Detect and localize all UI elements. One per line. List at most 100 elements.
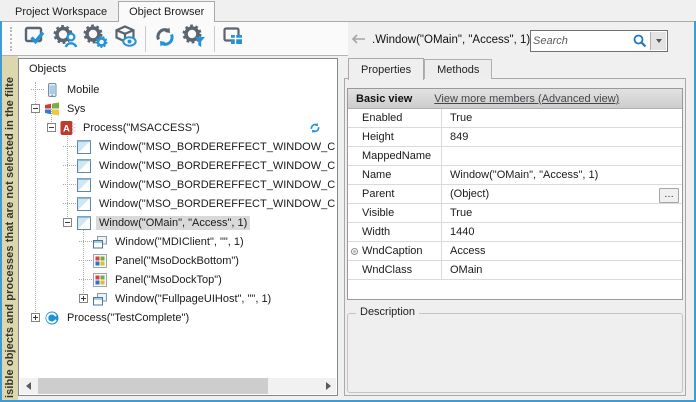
tree-item[interactable]: Window("MSO_BORDEREFFECT_WINDOW_CLA bbox=[19, 194, 336, 213]
property-name: MappedName bbox=[348, 147, 442, 165]
tree-item[interactable]: Window("MSO_BORDEREFFECT_WINDOW_CLA bbox=[19, 175, 336, 194]
add-panel-button[interactable] bbox=[219, 24, 249, 54]
object-browser-toolbar bbox=[2, 22, 348, 56]
scroll-right-arrow-icon[interactable] bbox=[320, 378, 336, 394]
tree-item[interactable]: Mobile bbox=[19, 80, 336, 99]
tab-project-workspace[interactable]: Project Workspace bbox=[4, 1, 118, 21]
highlight-object-button[interactable] bbox=[21, 24, 51, 54]
tree-connector bbox=[79, 241, 92, 242]
filter-strip[interactable]: isible objects and processes that are no… bbox=[2, 56, 18, 400]
collapse-toggle-icon[interactable] bbox=[47, 123, 56, 132]
tree-connector bbox=[63, 184, 76, 185]
property-value-text: Access bbox=[450, 245, 485, 257]
key-property-marker-icon bbox=[351, 248, 358, 255]
tree-item[interactable]: Window("MSO_BORDEREFFECT_WINDOW_CLA bbox=[19, 137, 336, 156]
ellipsis-button[interactable]: … bbox=[659, 188, 679, 203]
tree-item[interactable]: Window("FullpageUIHost", "", 1) bbox=[19, 289, 336, 308]
scroll-left-arrow-icon[interactable] bbox=[20, 378, 36, 394]
property-name: Enabled bbox=[348, 109, 442, 127]
object-spy-icon bbox=[113, 24, 139, 53]
tree-connector bbox=[31, 89, 44, 90]
tree-item[interactable]: Panel("MsoDockBottom") bbox=[19, 251, 336, 270]
properties-view-header: Basic view View more members (Advanced v… bbox=[348, 89, 682, 109]
search-dropdown-button[interactable] bbox=[650, 32, 666, 50]
tc-icon bbox=[44, 310, 60, 326]
property-name: Width bbox=[348, 223, 442, 241]
panel-icon bbox=[92, 253, 108, 269]
toolbar-grip[interactable] bbox=[10, 27, 14, 51]
tree-item[interactable]: Sys bbox=[19, 99, 336, 118]
tree-item-label: Window("MDIClient", "", 1) bbox=[112, 235, 247, 249]
advanced-view-link[interactable]: View more members (Advanced view) bbox=[434, 93, 619, 105]
search-input[interactable] bbox=[533, 32, 629, 50]
property-value-text: True bbox=[450, 207, 472, 219]
refresh-badge-icon bbox=[308, 121, 322, 135]
mobile-icon bbox=[44, 82, 60, 98]
tab-object-browser[interactable]: Object Browser bbox=[118, 1, 215, 22]
property-row[interactable]: MappedName bbox=[348, 147, 682, 166]
toolbar-separator bbox=[145, 26, 146, 52]
property-row[interactable]: Enabled True bbox=[348, 109, 682, 128]
tree-horizontal-scrollbar[interactable] bbox=[20, 378, 336, 394]
back-button[interactable] bbox=[350, 33, 366, 48]
tree-item[interactable]: Window("MDIClient", "", 1) bbox=[19, 232, 336, 251]
tree-item[interactable]: Window("MSO_BORDEREFFECT_WINDOW_CLA bbox=[19, 156, 336, 175]
property-value-text: OMain bbox=[450, 264, 482, 276]
expand-toggle-icon[interactable] bbox=[31, 313, 40, 322]
tree-rows: MobileSysAProcess("MSACCESS")Window("MSO… bbox=[19, 80, 336, 377]
property-name: Height bbox=[348, 128, 442, 146]
objects-tree-panel: Objects MobileSysAProcess("MSACCESS")Win… bbox=[18, 58, 338, 396]
tab-properties[interactable]: Properties bbox=[348, 58, 424, 80]
scrollbar-thumb[interactable] bbox=[38, 378, 268, 394]
tree-item[interactable]: Window("OMain", "Access", 1) bbox=[19, 213, 336, 232]
property-value-text: 849 bbox=[450, 131, 468, 143]
chevron-down-icon bbox=[656, 39, 662, 43]
objects-tree-header: Objects bbox=[19, 59, 337, 79]
search-icon bbox=[633, 34, 647, 51]
tree-item[interactable]: AProcess("MSACCESS") bbox=[19, 118, 336, 137]
tree-item[interactable]: Process("TestComplete") bbox=[19, 308, 336, 327]
property-row[interactable]: WndClass OMain bbox=[348, 261, 682, 280]
tree-connector bbox=[79, 279, 92, 280]
property-row[interactable]: WndCaption Access bbox=[348, 242, 682, 261]
tree-item-label: Window("MSO_BORDEREFFECT_WINDOW_CLA bbox=[96, 197, 336, 211]
panel-icon bbox=[92, 272, 108, 288]
object-spy-button[interactable] bbox=[111, 24, 141, 54]
property-row[interactable]: VisibleTrue bbox=[348, 204, 682, 223]
refresh-icon bbox=[152, 24, 178, 53]
object-settings-button[interactable] bbox=[81, 24, 111, 54]
object-settings-icon bbox=[83, 24, 109, 53]
property-name: WndClass bbox=[348, 261, 442, 279]
filter-settings-button[interactable] bbox=[180, 24, 210, 54]
collapse-toggle-icon[interactable] bbox=[31, 104, 40, 113]
tree-item-label: Window("OMain", "Access", 1) bbox=[96, 216, 250, 230]
refresh-button[interactable] bbox=[150, 24, 180, 54]
collapse-toggle-icon[interactable] bbox=[63, 218, 72, 227]
workspace-tabbar: Project Workspace Object Browser bbox=[0, 0, 696, 22]
property-value-text: Window("OMain", "Access", 1) bbox=[450, 169, 598, 181]
tab-methods[interactable]: Methods bbox=[424, 59, 492, 79]
property-value: (Object)… bbox=[442, 185, 682, 203]
basic-view-label: Basic view bbox=[356, 93, 412, 105]
inspector-tabbar: Properties Methods bbox=[348, 57, 492, 79]
property-name: WndCaption bbox=[348, 242, 442, 260]
property-row[interactable]: Height 849 bbox=[348, 128, 682, 147]
tree-item[interactable]: Panel("MsoDockTop") bbox=[19, 270, 336, 289]
property-row[interactable]: Parent(Object)… bbox=[348, 185, 682, 204]
description-label: Description bbox=[356, 306, 419, 318]
cascade-icon bbox=[92, 291, 108, 307]
filter-settings-icon bbox=[182, 24, 208, 53]
property-name: Parent bbox=[348, 185, 442, 203]
expand-toggle-icon[interactable] bbox=[79, 294, 88, 303]
tree-item-label: Window("MSO_BORDEREFFECT_WINDOW_CLA bbox=[96, 159, 336, 173]
tree-item-label: Panel("MsoDockTop") bbox=[112, 273, 225, 287]
description-groupbox: Description bbox=[347, 313, 683, 393]
tree-item-label: Panel("MsoDockBottom") bbox=[112, 254, 242, 268]
tree-item-label: Process("MSACCESS") bbox=[80, 121, 203, 135]
property-value: Window("OMain", "Access", 1) bbox=[442, 166, 682, 184]
property-row[interactable]: Width1440 bbox=[348, 223, 682, 242]
property-row[interactable]: NameWindow("OMain", "Access", 1) bbox=[348, 166, 682, 185]
map-object-button[interactable] bbox=[51, 24, 81, 54]
property-value-text: True bbox=[450, 112, 472, 124]
window-icon bbox=[76, 139, 92, 155]
